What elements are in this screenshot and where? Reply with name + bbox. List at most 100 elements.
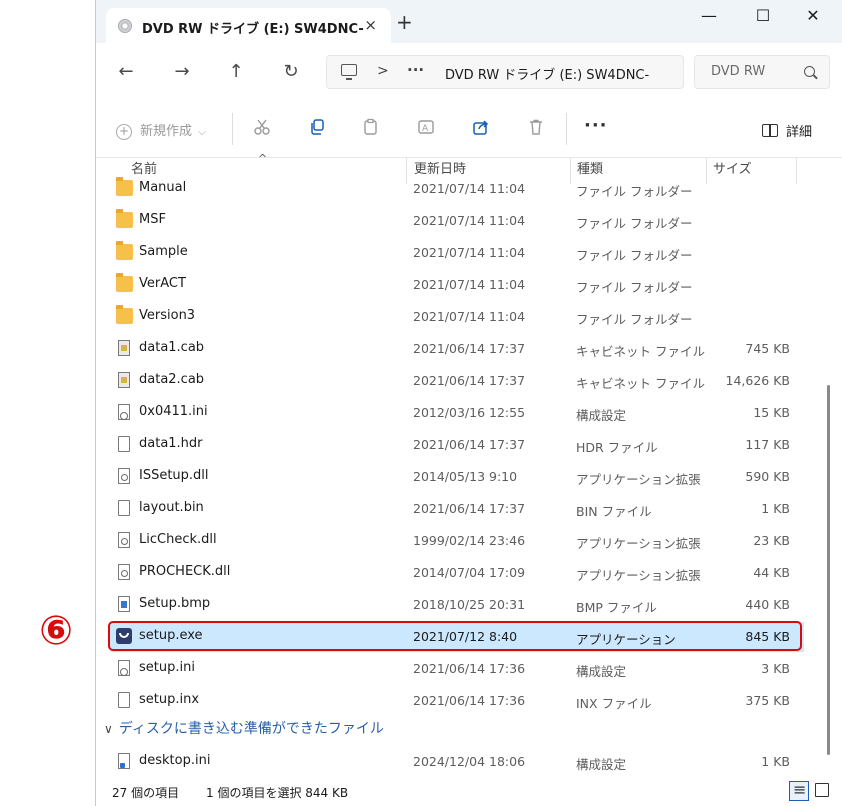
file-size: 117 KB	[745, 437, 790, 452]
address-overflow-button[interactable]: ···	[407, 61, 424, 79]
folder-icon	[116, 241, 133, 260]
command-bar: + 新規作成 ⌵ A ··· 詳細	[96, 101, 842, 158]
file-row[interactable]: LicCheck.dll 1999/02/14 23:46 アプリケーション拡張 23…	[110, 526, 804, 556]
search-icon	[804, 66, 815, 77]
file-size: 590 KB	[745, 469, 790, 484]
file-row[interactable]: Version3 2021/07/14 11:04 ファイル フォルダー	[110, 302, 804, 332]
settings-file-icon	[118, 660, 130, 676]
file-row[interactable]: Sample 2021/07/14 11:04 ファイル フォルダー	[110, 238, 804, 268]
folder-icon	[116, 273, 133, 292]
details-view-button[interactable]	[789, 780, 809, 801]
file-name: setup.inx	[139, 692, 200, 707]
selection-info: 1 個の項目を選択 844 KB	[206, 786, 349, 800]
file-type: INX ファイル	[576, 696, 652, 711]
details-label: 詳細	[786, 125, 813, 140]
file-row[interactable]: Setup.bmp 2018/10/25 20:31 BMP ファイル 440 KB	[110, 590, 804, 620]
file-row[interactable]: MSF 2021/07/14 11:04 ファイル フォルダー	[110, 206, 804, 236]
file-row[interactable]: layout.bin 2021/06/14 17:37 BIN ファイル 1 KB	[110, 494, 804, 524]
file-row[interactable]: ISSetup.dll 2014/05/13 9:10 アプリケーション拡張 590 …	[110, 462, 804, 492]
address-path[interactable]: DVD RW ドライブ (E:) SW4DNC-	[445, 64, 649, 83]
cut-icon[interactable]	[251, 118, 273, 140]
file-type: ファイル フォルダー	[576, 280, 693, 295]
item-count: 27 個の項目	[112, 786, 180, 800]
file-date: 2021/06/14 17:37	[413, 501, 526, 516]
tab-dvd-drive[interactable]: DVD RW ドライブ (E:) SW4DNC- ×	[106, 8, 391, 43]
search-input[interactable]: DVD RW	[694, 55, 830, 89]
file-row[interactable]: VerACT 2021/07/14 11:04 ファイル フォルダー	[110, 270, 804, 300]
file-row[interactable]: setup.inx 2021/06/14 17:36 INX ファイル 375 KB	[110, 686, 804, 716]
refresh-button[interactable]: ↻	[277, 61, 305, 85]
maximize-button[interactable]: ☐	[740, 6, 786, 30]
file-date: 1999/02/14 23:46	[413, 533, 526, 548]
more-options-button[interactable]: ···	[584, 115, 608, 136]
chevron-right-icon[interactable]: >	[377, 63, 389, 79]
file-name: Manual	[139, 180, 187, 195]
file-row[interactable]: desktop.ini 2024/12/04 18:06 構成設定 1 KB	[110, 747, 804, 777]
file-date: 2021/06/14 17:36	[413, 661, 526, 676]
file-date: 2021/07/14 11:04	[413, 213, 526, 228]
file-size: 14,626 KB	[725, 373, 790, 388]
forward-button[interactable]: →	[168, 61, 196, 85]
file-row[interactable]: 0x0411.ini 2012/03/16 12:55 構成設定 15 KB	[110, 398, 804, 428]
group-header-burn-ready[interactable]: ∨ ディスクに書き込む準備ができたファイル	[104, 718, 384, 744]
file-row[interactable]: PROCHECK.dll 2014/07/04 17:09 アプリケーション拡張 44…	[110, 558, 804, 588]
file-icon	[118, 500, 130, 516]
bitmap-file-icon	[118, 596, 130, 612]
file-row[interactable]: setup.ini 2021/06/14 17:36 構成設定 3 KB	[110, 654, 804, 684]
file-row[interactable]: data1.hdr 2021/06/14 17:37 HDR ファイル 117 KB	[110, 430, 804, 460]
share-icon[interactable]	[470, 118, 492, 140]
file-name: PROCHECK.dll	[139, 564, 231, 579]
file-size: 23 KB	[753, 533, 790, 548]
file-icon	[118, 692, 130, 708]
folder-icon	[116, 209, 133, 228]
file-type: ファイル フォルダー	[576, 312, 693, 327]
back-button[interactable]: ←	[112, 61, 140, 85]
tab-title: DVD RW ドライブ (E:) SW4DNC-	[142, 22, 364, 37]
new-button[interactable]: + 新規作成 ⌵	[116, 120, 206, 140]
dll-file-icon	[118, 564, 130, 580]
plus-circle-icon: +	[116, 124, 132, 140]
delete-icon[interactable]	[525, 118, 547, 140]
copy-icon[interactable]	[306, 118, 328, 140]
tab-close-icon[interactable]: ×	[364, 16, 377, 34]
details-pane-button[interactable]: 詳細	[762, 121, 812, 140]
minimize-button[interactable]: —	[686, 6, 732, 30]
new-button-label: 新規作成	[140, 124, 193, 139]
file-row[interactable]: data2.cab 2021/06/14 17:37 キャビネット ファイル 14,6…	[110, 366, 804, 396]
dll-file-icon	[118, 468, 130, 484]
up-button[interactable]: ↑	[222, 61, 250, 85]
file-date: 2024/12/04 18:06	[413, 754, 526, 769]
dvd-drive-icon	[118, 19, 132, 33]
file-date: 2021/07/14 11:04	[413, 277, 526, 292]
folder-icon	[116, 305, 133, 324]
file-name: Setup.bmp	[139, 596, 211, 611]
file-type: 構成設定	[576, 408, 627, 423]
rename-icon[interactable]: A	[415, 118, 437, 140]
scrollbar-thumb[interactable]	[827, 385, 830, 755]
file-type: アプリケーション拡張	[576, 472, 701, 487]
file-type: アプリケーション拡張	[576, 568, 701, 583]
close-button[interactable]: ✕	[790, 6, 836, 30]
tab-strip: DVD RW ドライブ (E:) SW4DNC- × + — ☐ ✕	[96, 0, 842, 43]
paste-icon[interactable]	[360, 118, 382, 140]
svg-text:A: A	[422, 124, 429, 134]
file-size: 1 KB	[761, 501, 790, 516]
file-date: 2021/07/14 11:04	[413, 245, 526, 260]
file-row[interactable]: data1.cab 2021/06/14 17:37 キャビネット ファイル 745 …	[110, 334, 804, 364]
tiles-view-button[interactable]	[815, 783, 829, 797]
search-placeholder: DVD RW	[711, 64, 766, 79]
file-row[interactable]: Manual 2021/07/14 11:04 ファイル フォルダー	[110, 174, 804, 204]
address-bar[interactable]: > ··· DVD RW ドライブ (E:) SW4DNC-	[326, 55, 684, 89]
file-type: HDR ファイル	[576, 440, 658, 455]
toolbar-divider	[566, 113, 567, 145]
desktop-ini-icon	[118, 753, 130, 769]
settings-file-icon	[118, 404, 130, 420]
file-type: キャビネット ファイル	[576, 376, 705, 391]
cabinet-file-icon	[118, 340, 130, 356]
file-date: 2021/06/14 17:37	[413, 437, 526, 452]
file-date: 2018/10/25 20:31	[413, 597, 526, 612]
highlight-box	[108, 621, 802, 651]
file-date: 2021/06/14 17:36	[413, 693, 526, 708]
new-tab-button[interactable]: +	[396, 12, 413, 32]
cabinet-file-icon	[118, 372, 130, 388]
